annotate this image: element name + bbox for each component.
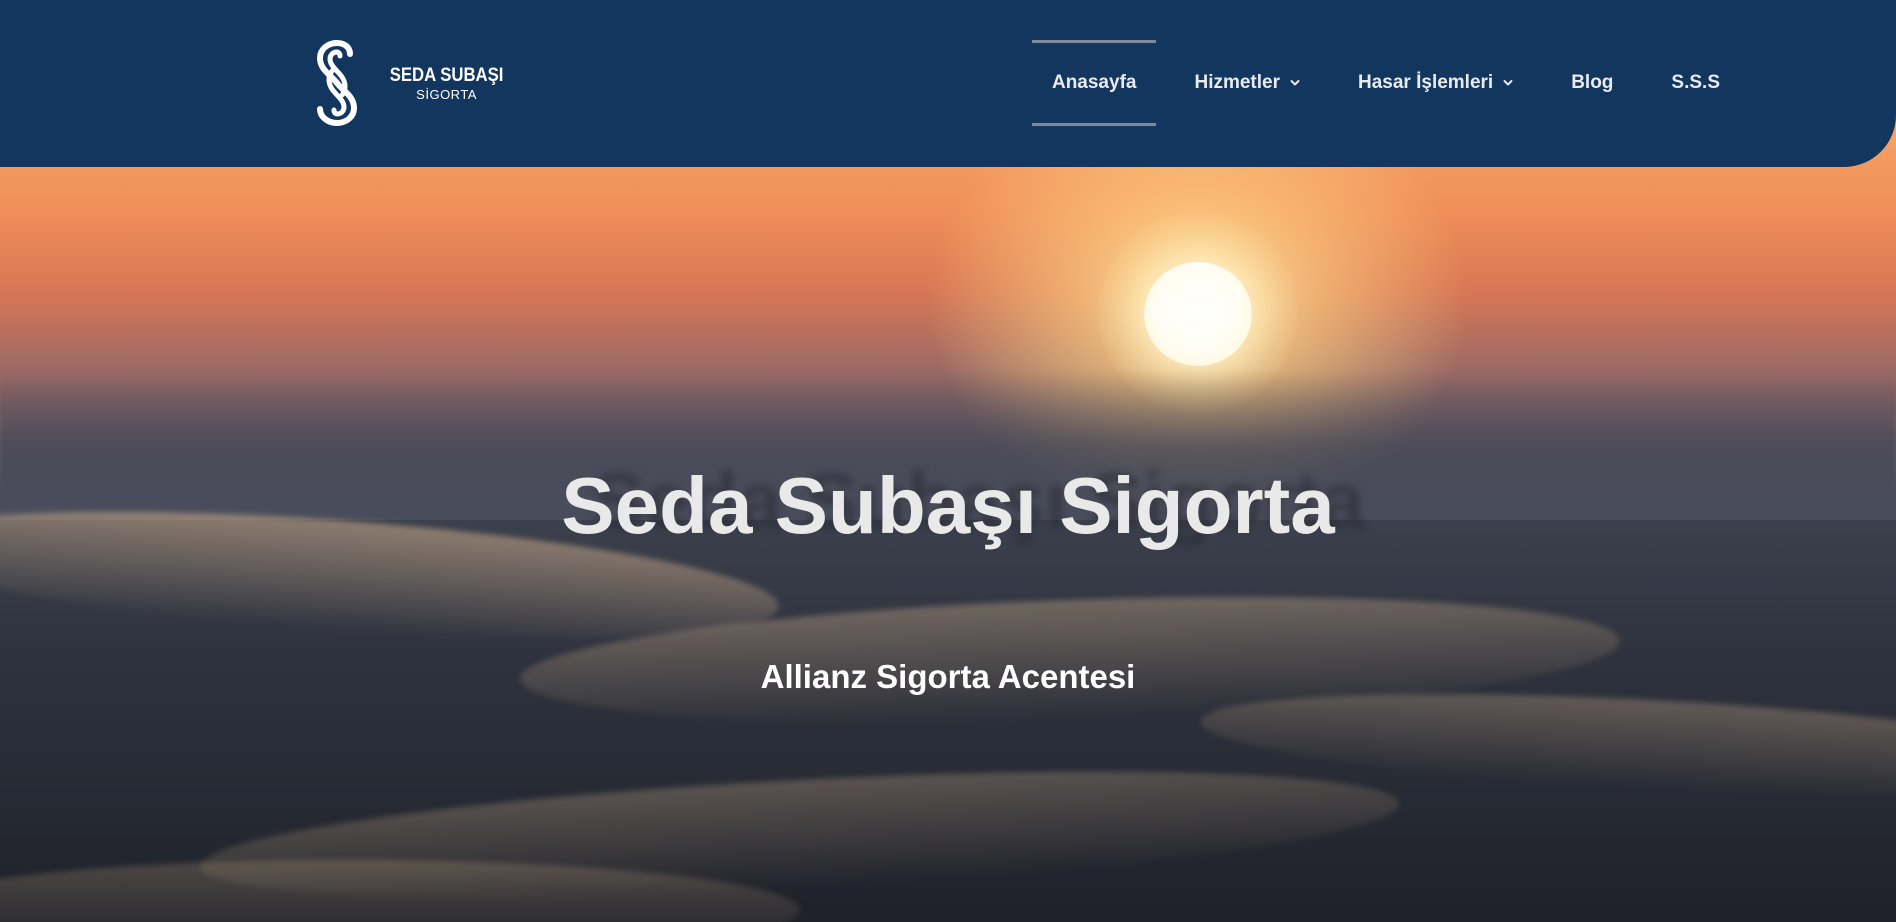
hero-title: Seda Subaşı Sigorta <box>561 461 1335 550</box>
chevron-down-icon <box>1290 80 1300 86</box>
main-navigation: Anasayfa Hizmetler Hasar İşlemleri Blog … <box>1014 40 1740 126</box>
page: SEDA SUBAŞI SİGORTA Anasayfa Hizmetler H… <box>0 0 1896 922</box>
nav-item-label: Hasar İşlemleri <box>1358 72 1494 93</box>
sun <box>1144 262 1252 366</box>
nav-item-label: S.S.S <box>1671 72 1720 93</box>
nav-item-label: Anasayfa <box>1051 72 1137 93</box>
logo-s-icon <box>316 40 358 126</box>
nav-item-blog[interactable]: Blog <box>1551 40 1633 126</box>
hero-subtitle: Allianz Sigorta Acentesi <box>760 658 1136 695</box>
nav-item-hasar-islemleri[interactable]: Hasar İşlemleri <box>1338 40 1533 126</box>
nav-item-sss[interactable]: S.S.S <box>1651 40 1740 126</box>
logo-name: SEDA SUBAŞI <box>389 64 504 86</box>
site-header: SEDA SUBAŞI SİGORTA Anasayfa Hizmetler H… <box>0 0 1896 167</box>
nav-item-label: Blog <box>1571 72 1614 93</box>
logo-text: SEDA SUBAŞI SİGORTA <box>382 66 511 101</box>
nav-item-label: Hizmetler <box>1194 72 1280 93</box>
nav-item-hizmetler[interactable]: Hizmetler <box>1174 40 1320 126</box>
chevron-down-icon <box>1503 80 1513 86</box>
logo-subtitle: SİGORTA <box>416 86 477 102</box>
nav-item-anasayfa[interactable]: Anasayfa <box>1031 40 1157 126</box>
site-logo[interactable]: SEDA SUBAŞI SİGORTA <box>312 40 511 126</box>
